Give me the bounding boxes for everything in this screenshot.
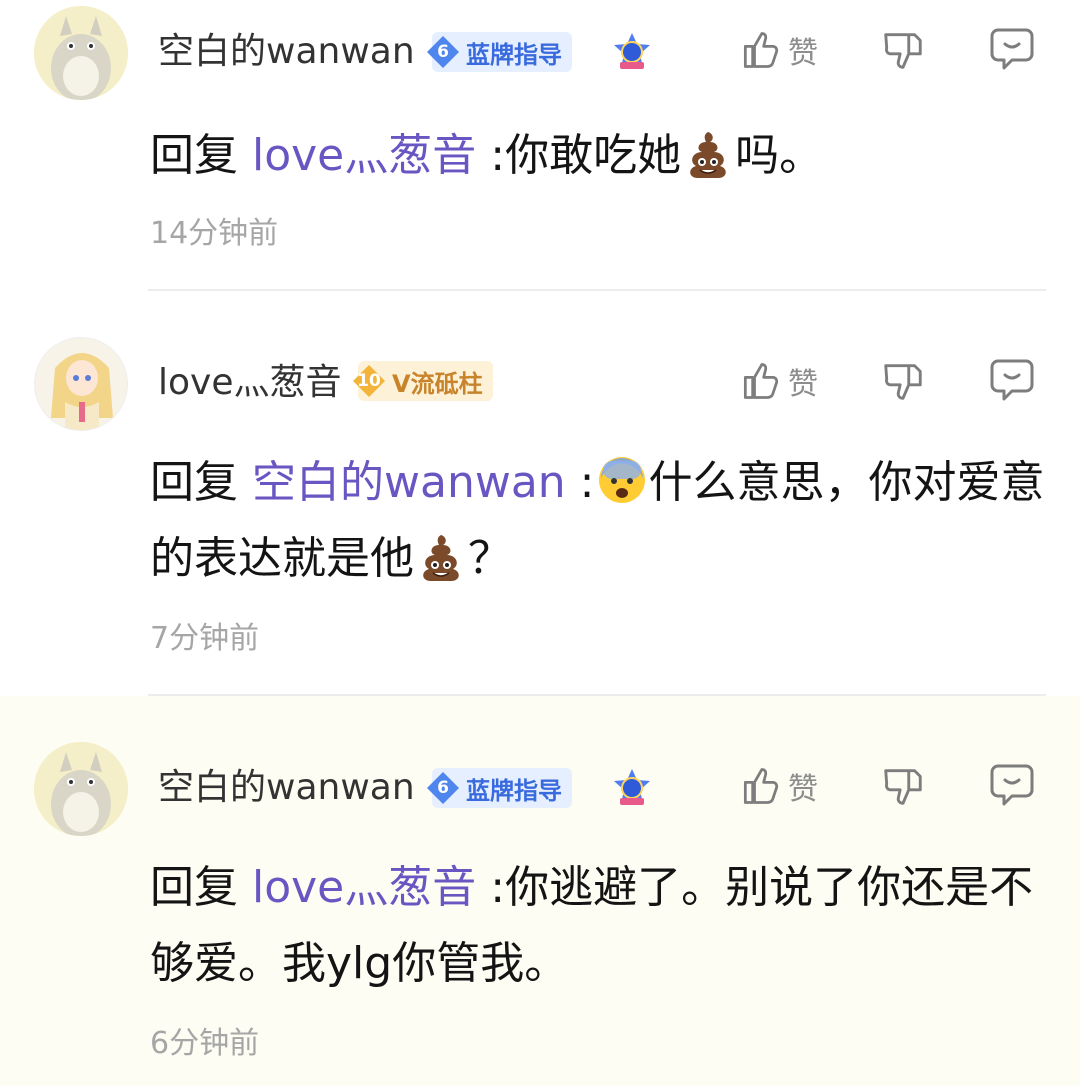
level-diamond-icon: 6 <box>426 771 460 805</box>
avatar[interactable] <box>34 337 128 431</box>
like-button[interactable]: 赞 <box>738 762 828 810</box>
comment-item: 空白的wanwan 6 蓝牌指导 赞 回复 love灬葱音 :你逃避了。别说了你… <box>0 696 1080 1086</box>
dislike-button[interactable] <box>880 357 926 405</box>
comment-text: 回复 love灬葱音 :你敢吃她 吗。 <box>150 128 824 181</box>
like-label: 赞 <box>788 36 818 71</box>
reply-bubble-icon <box>988 760 1036 808</box>
reply-button[interactable] <box>988 760 1036 808</box>
level-badge[interactable]: 6 蓝牌指导 <box>432 32 572 72</box>
timestamp: 6分钟前 <box>150 1026 260 1061</box>
level-diamond-icon: 10 <box>352 364 386 398</box>
comment-text: 回复 love灬葱音 :你逃避了。别说了你还是不够爱。我ylg你管我。 <box>150 862 1034 989</box>
anime-girl-avatar-icon <box>35 338 127 430</box>
avatar[interactable] <box>34 742 128 836</box>
thumb-up-icon <box>738 764 782 808</box>
like-label: 赞 <box>788 772 818 807</box>
badge-name: V流砥柱 <box>392 369 483 398</box>
thumb-up-icon <box>738 359 782 403</box>
badge-name: 蓝牌指导 <box>466 776 562 805</box>
timestamp: 7分钟前 <box>150 621 260 656</box>
fearful-face-emoji-icon <box>597 455 647 505</box>
poop-emoji-icon <box>416 531 466 581</box>
comment-item: 空白的wanwan 6 蓝牌指导 赞 回复 love灬葱音 :你敢吃她 吗。 14… <box>0 0 1080 290</box>
reply-bubble-icon <box>988 24 1036 72</box>
username[interactable]: 空白的wanwan <box>158 34 415 70</box>
comment-text: 回复 空白的wanwan : 什么意思，你对爱意的表达就是他？ <box>150 455 1045 584</box>
badge-name: 蓝牌指导 <box>466 40 562 69</box>
dislike-button[interactable] <box>880 26 926 74</box>
like-button[interactable]: 赞 <box>738 26 828 74</box>
medal-icon[interactable] <box>610 30 654 74</box>
totoro-avatar-icon <box>34 6 128 100</box>
reply-button[interactable] <box>988 355 1036 403</box>
level-badge[interactable]: 10 V流砥柱 <box>358 361 493 401</box>
comment-item: love灬葱音 10 V流砥柱 赞 回复 空白的wanwan : 什么意思，你对爱… <box>0 291 1080 695</box>
reply-button[interactable] <box>988 24 1036 72</box>
thumb-up-icon <box>738 28 782 72</box>
level-badge[interactable]: 6 蓝牌指导 <box>432 768 572 808</box>
mention-link[interactable]: love灬葱音 <box>252 862 476 913</box>
dislike-button[interactable] <box>880 762 926 810</box>
reply-bubble-icon <box>988 355 1036 403</box>
totoro-avatar-icon <box>34 742 128 836</box>
poop-emoji-icon <box>683 128 733 178</box>
avatar[interactable] <box>34 6 128 100</box>
mention-link[interactable]: 空白的wanwan <box>252 457 566 508</box>
mention-link[interactable]: love灬葱音 <box>252 130 476 181</box>
thumb-down-icon <box>880 26 926 74</box>
thumb-down-icon <box>880 762 926 810</box>
like-button[interactable]: 赞 <box>738 357 828 405</box>
timestamp: 14分钟前 <box>150 216 279 251</box>
username[interactable]: 空白的wanwan <box>158 770 415 806</box>
level-diamond-icon: 6 <box>426 35 460 69</box>
username[interactable]: love灬葱音 <box>158 365 341 401</box>
thumb-down-icon <box>880 357 926 405</box>
medal-icon[interactable] <box>610 766 654 810</box>
like-label: 赞 <box>788 367 818 402</box>
